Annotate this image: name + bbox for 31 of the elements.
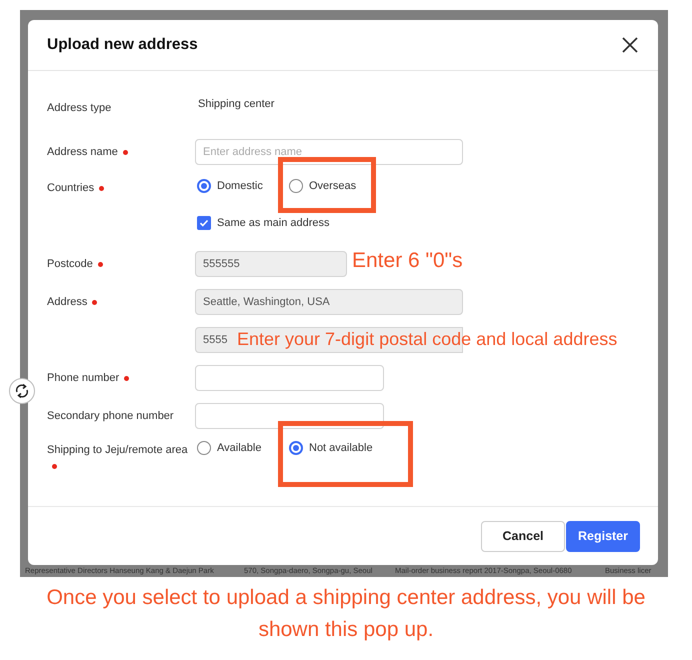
radio-button[interactable] xyxy=(197,179,211,193)
annotation-text: Enter 6 "0"s xyxy=(352,250,463,272)
refresh-button[interactable] xyxy=(9,378,35,404)
radio-button[interactable] xyxy=(197,441,211,455)
field-label: Countries xyxy=(47,182,94,194)
field-label: Address xyxy=(47,296,88,308)
radio-option[interactable]: Not available xyxy=(289,435,373,461)
checkbox-label: Same as main address xyxy=(217,217,330,229)
input-field[interactable] xyxy=(195,365,384,391)
checkbox[interactable] xyxy=(197,216,211,230)
radio-option[interactable]: Overseas xyxy=(289,173,356,199)
field-label: Shipping to Jeju/remote area xyxy=(47,444,188,456)
annotation-text: Enter your 7-digit postal code and local address xyxy=(237,327,618,353)
field-label: Secondary phone number xyxy=(47,410,174,422)
field-label: Phone number xyxy=(47,372,120,384)
field-label: Address name xyxy=(47,146,118,158)
refresh-icon xyxy=(14,383,30,399)
radio-button[interactable] xyxy=(289,441,303,455)
field-label: Postcode xyxy=(47,258,93,270)
radio-option[interactable]: Available xyxy=(197,435,262,461)
caption-text: Once you select to upload a shipping center address, you will be shown this pop up. xyxy=(46,585,646,643)
input-field[interactable]: Enter address name xyxy=(195,139,463,165)
field-value: Shipping center xyxy=(197,97,274,112)
radio-option[interactable]: Domestic xyxy=(197,173,263,199)
register-button[interactable]: Register xyxy=(566,520,640,552)
dialog-title: Upload new address xyxy=(47,36,198,54)
radio-button[interactable] xyxy=(289,179,303,193)
cancel-button[interactable]: Cancel xyxy=(481,520,565,552)
check-icon xyxy=(199,218,209,228)
field-label: Address type xyxy=(47,102,112,114)
close-icon[interactable] xyxy=(622,37,638,53)
